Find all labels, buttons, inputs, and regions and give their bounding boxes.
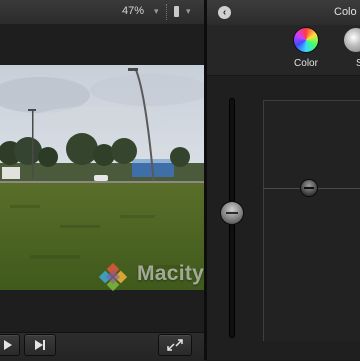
color-board-field[interactable] xyxy=(263,100,360,341)
expand-icon xyxy=(167,339,183,351)
play-button[interactable] xyxy=(0,334,20,356)
zoom-level-menu[interactable]: 47% xyxy=(112,5,154,19)
chevron-down-icon[interactable]: ▾ xyxy=(154,6,159,17)
watermark-logo xyxy=(92,256,134,298)
fullscreen-button[interactable] xyxy=(158,334,192,356)
tab-color-label[interactable]: Color xyxy=(290,58,322,69)
next-frame-icon xyxy=(35,340,45,350)
back-arrow-icon[interactable]: ‹ xyxy=(218,6,231,19)
next-frame-button[interactable] xyxy=(24,334,56,356)
master-puck-grip xyxy=(226,212,238,214)
view-options-icon[interactable] xyxy=(174,6,179,17)
color-puck-grip xyxy=(304,187,314,189)
color-wheel-icon[interactable] xyxy=(294,28,318,52)
chevron-down-icon[interactable]: ▾ xyxy=(186,6,191,17)
inspector-title: Colo xyxy=(334,6,357,18)
play-icon xyxy=(4,340,12,350)
tab-saturation-label[interactable]: S xyxy=(356,58,360,69)
toolbar-divider xyxy=(166,4,168,20)
color-board-tabs xyxy=(207,25,360,76)
